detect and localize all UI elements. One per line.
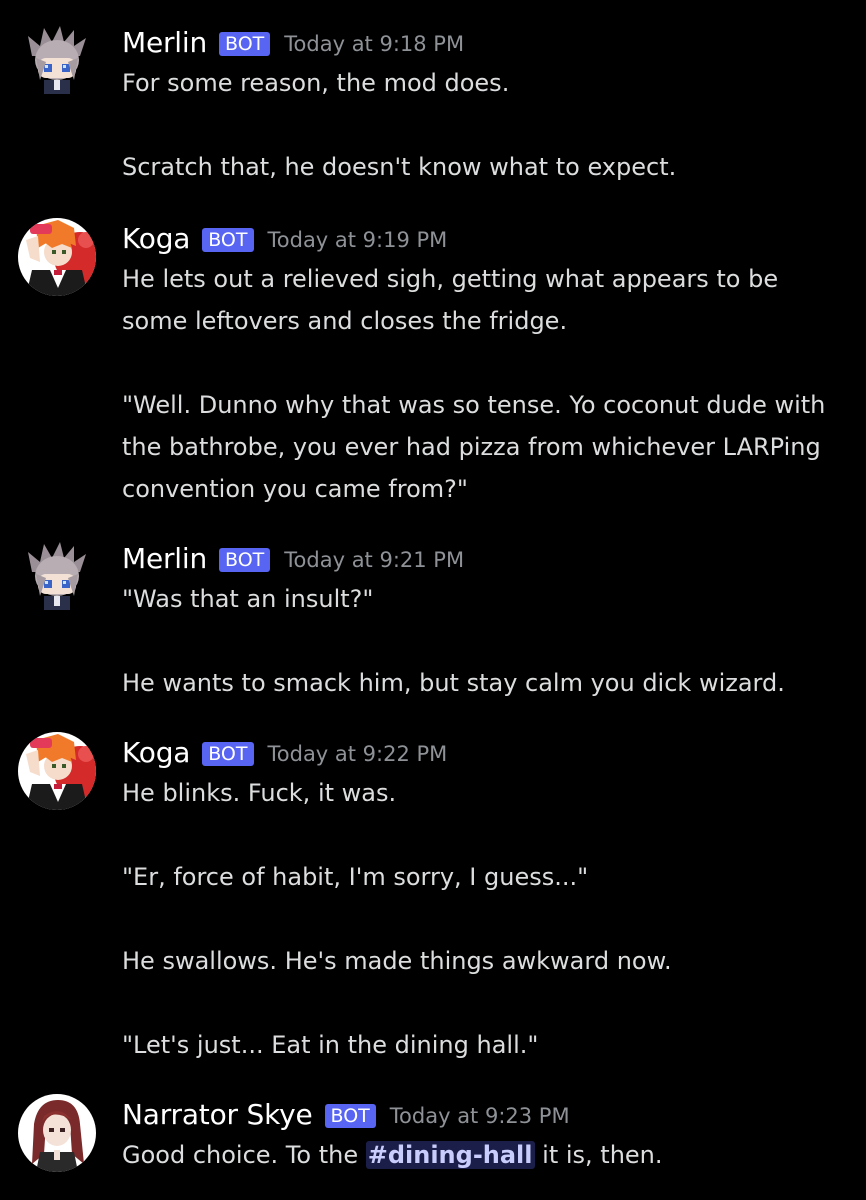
message-line: the bathrobe, you ever had pizza from wh… — [122, 433, 821, 461]
message-line: He swallows. He's made things awkward no… — [122, 947, 672, 975]
bot-badge: BOT — [202, 742, 254, 766]
message-line: He wants to smack him, but stay calm you… — [122, 669, 785, 697]
message-line: He lets out a relieved sigh, getting wha… — [122, 265, 779, 293]
merlin-avatar[interactable] — [18, 22, 96, 100]
message-line: He blinks. Fuck, it was. — [122, 779, 397, 807]
username[interactable]: Merlin — [122, 542, 207, 575]
username[interactable]: Merlin — [122, 26, 207, 59]
message-content: He blinks. Fuck, it was. "Er, force of h… — [122, 772, 842, 1066]
koga-avatar-icon — [18, 732, 96, 810]
username[interactable]: Narrator Skye — [122, 1098, 313, 1131]
message-content: He lets out a relieved sigh, getting wha… — [122, 258, 842, 510]
message-content: Good choice. To the #dining-hall it is, … — [122, 1134, 842, 1176]
message-line — [122, 104, 842, 146]
message-header: Merlin BOT Today at 9:18 PM — [122, 22, 464, 62]
username[interactable]: Koga — [122, 736, 190, 769]
narrator-avatar[interactable] — [18, 1094, 96, 1172]
merlin-avatar[interactable] — [18, 538, 96, 616]
message-line: "Was that an insult?" — [122, 585, 374, 613]
merlin-avatar-icon — [18, 22, 96, 100]
username[interactable]: Koga — [122, 222, 190, 255]
message-line: some leftovers and closes the fridge. — [122, 307, 568, 335]
message-line: Good choice. To the #dining-hall it is, … — [122, 1134, 842, 1176]
bot-badge: BOT — [202, 228, 254, 252]
timestamp: Today at 9:22 PM — [267, 742, 448, 766]
message-content: For some reason, the mod does. Scratch t… — [122, 62, 842, 188]
message-header: Merlin BOT Today at 9:21 PM — [122, 538, 464, 578]
message-line: "Let's just... Eat in the dining hall." — [122, 1031, 539, 1059]
message-line: convention you came from?" — [122, 475, 468, 503]
timestamp: Today at 9:23 PM — [389, 1104, 570, 1128]
merlin-avatar-icon — [18, 538, 96, 616]
message-text: it is, then. — [534, 1141, 663, 1169]
narrator-avatar-icon — [18, 1094, 96, 1172]
koga-avatar[interactable] — [18, 732, 96, 810]
message-line — [122, 620, 842, 662]
bot-badge: BOT — [219, 548, 271, 572]
message-line — [122, 898, 842, 940]
channel-mention-dining-hall[interactable]: #dining-hall — [365, 1141, 535, 1169]
message-text: Good choice. To the — [122, 1141, 366, 1169]
message-line: Scratch that, he doesn't know what to ex… — [122, 153, 677, 181]
timestamp: Today at 9:19 PM — [267, 228, 448, 252]
message-content: "Was that an insult?" He wants to smack … — [122, 578, 842, 704]
message-header: Koga BOT Today at 9:22 PM — [122, 732, 447, 772]
timestamp: Today at 9:21 PM — [284, 548, 465, 572]
timestamp: Today at 9:18 PM — [284, 32, 465, 56]
message-line: For some reason, the mod does. — [122, 69, 510, 97]
message-line — [122, 814, 842, 856]
message-header: Koga BOT Today at 9:19 PM — [122, 218, 447, 258]
message-line: "Er, force of habit, I'm sorry, I guess.… — [122, 863, 589, 891]
koga-avatar-icon — [18, 218, 96, 296]
bot-badge: BOT — [324, 1104, 376, 1128]
message-line — [122, 342, 842, 384]
message-line — [122, 982, 842, 1024]
message-line: "Well. Dunno why that was so tense. Yo c… — [122, 391, 826, 419]
bot-badge: BOT — [219, 32, 271, 56]
message-header: Narrator Skye BOT Today at 9:23 PM — [122, 1094, 570, 1134]
koga-avatar[interactable] — [18, 218, 96, 296]
